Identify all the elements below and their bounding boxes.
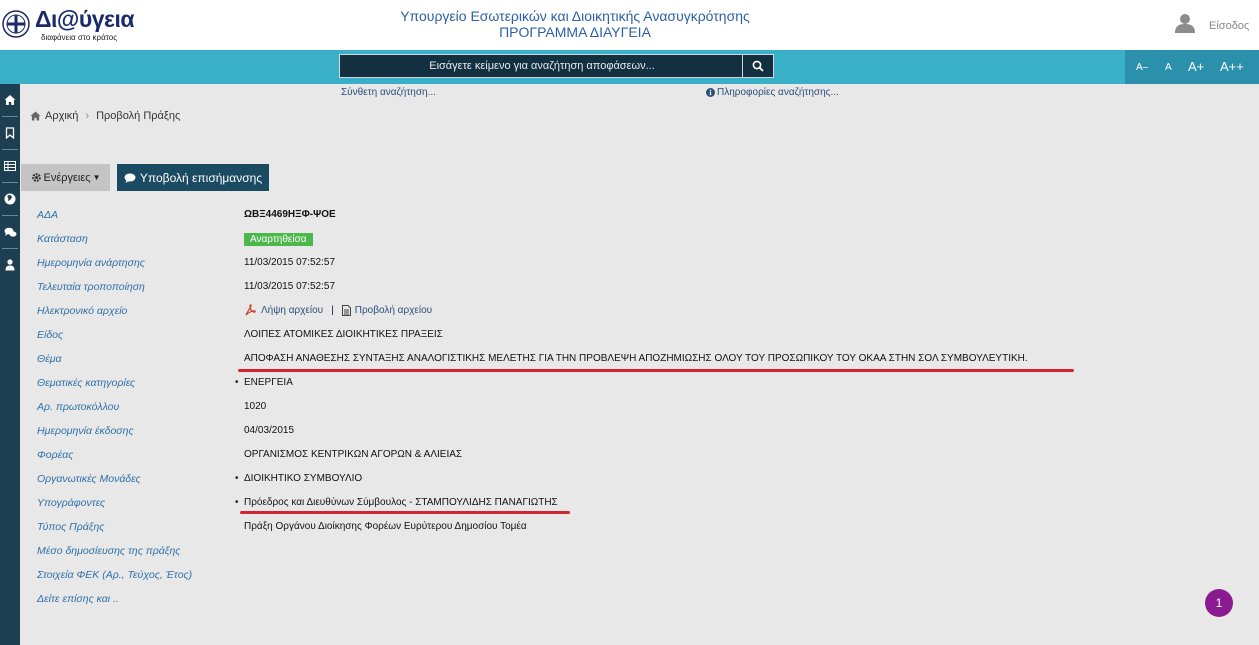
pdf-icon: [245, 304, 256, 316]
field-type: Είδος ΛΟΙΠΕΣ ΑΤΟΜΙΚΕΣ ΔΙΟΙΚΗΤΙΚΕΣ ΠΡΑΞΕΙ…: [0, 329, 1240, 349]
field-label: Φορέας: [37, 449, 74, 461]
caret-down-icon: ▼: [92, 173, 101, 182]
search-button[interactable]: [742, 55, 773, 77]
font-increase-button[interactable]: A+: [1188, 59, 1204, 74]
advanced-search-link[interactable]: Σύνθετη αναζήτηση...: [341, 87, 436, 98]
field-categories: Θεματικές κατηγορίες • ΕΝΕΡΓΕΙΑ: [0, 377, 1240, 397]
sidebar-divider: [2, 116, 18, 117]
info-icon: [706, 88, 715, 97]
field-label: Ημερομηνία έκδοσης: [37, 425, 134, 437]
bookmark-icon[interactable]: [0, 123, 20, 143]
field-see-also[interactable]: Δείτε επίσης και ..: [0, 593, 1240, 613]
red-underline-annotation: [240, 511, 570, 514]
bullet-icon: •: [235, 377, 239, 388]
logo-tagline: διαφάνεια στο κράτος: [41, 33, 118, 42]
field-file: Ηλεκτρονικό αρχείο Λήψη αρχείου | Προβολ…: [0, 304, 1240, 325]
ministry-title: Υπουργείο Εσωτερικών και Διοικητικής Ανα…: [340, 8, 810, 40]
field-modified: Τελευταία τροποποίηση 11/03/2015 07:52:5…: [0, 281, 1240, 301]
notification-badge[interactable]: 1: [1205, 589, 1233, 617]
search-box: [339, 54, 774, 78]
issue-date-value: 04/03/2015: [244, 425, 295, 436]
field-label: Αρ. πρωτοκόλλου: [37, 401, 120, 413]
ada-value: ΩΒΞ4469ΗΞΦ-ΨΟΕ: [244, 209, 336, 220]
published-value: 11/03/2015 07:52:57: [244, 257, 336, 268]
subject-value: ΑΠΟΦΑΣΗ ΑΝΑΘΕΣΗΣ ΣΥΝΤΑΞΗΣ ΑΝΑΛΟΓΙΣΤΙΚΗΣ …: [244, 353, 1028, 364]
actions-label: Ενέργειες: [43, 171, 91, 184]
field-label: Θέμα: [37, 353, 62, 365]
field-protocol: Αρ. πρωτοκόλλου 1020: [0, 401, 1240, 421]
search-input[interactable]: [340, 55, 744, 77]
font-reset-button[interactable]: A: [1165, 62, 1172, 73]
font-decrease-button[interactable]: A–: [1136, 62, 1148, 73]
site-header: Δι@ύγεια διαφάνεια στο κράτος Υπουργείο …: [0, 0, 1259, 50]
greek-emblem-icon: [2, 10, 30, 38]
red-underline-annotation: [238, 369, 1074, 372]
breadcrumb-home[interactable]: Αρχική: [45, 110, 78, 122]
home-icon[interactable]: [0, 90, 20, 110]
field-label: Κατάσταση: [37, 233, 88, 245]
act-type-value: Πράξη Οργάνου Διοίκησης Φορέων Ευρύτερου…: [244, 521, 527, 532]
organization-value: ΟΡΓΑΝΙΣΜΟΣ ΚΕΝΤΡΙΚΩΝ ΑΓΟΡΩΝ & ΑΛΙΕΙΑΣ: [244, 449, 463, 460]
program-name: ΠΡΟΓΡΑΜΜΑ ΔΙΑΥΓΕΙΑ: [499, 24, 651, 40]
modified-value: 11/03/2015 07:52:57: [244, 281, 336, 292]
type-value: ΛΟΙΠΕΣ ΑΤΟΜΙΚΕΣ ΔΙΟΙΚΗΤΙΚΕΣ ΠΡΑΞΕΙΣ: [244, 329, 443, 340]
field-organization: Φορέας ΟΡΓΑΝΙΣΜΟΣ ΚΕΝΤΡΙΚΩΝ ΑΓΟΡΩΝ & ΑΛΙ…: [0, 449, 1240, 469]
field-fek: Στοιχεία ΦΕΚ (Αρ., Τεύχος, Έτος): [0, 569, 1240, 589]
user-icon[interactable]: [1174, 12, 1196, 34]
field-issue-date: Ημερομηνία έκδοσης 04/03/2015: [0, 425, 1240, 445]
field-signers: Υπογράφοντες • Πρόεδρος και Διευθύνων Σύ…: [0, 497, 1240, 517]
protocol-value: 1020: [244, 401, 267, 412]
sidebar-divider: [2, 149, 18, 150]
field-label: Τύπος Πράξης: [37, 521, 105, 533]
field-label: Τελευταία τροποποίηση: [37, 281, 145, 293]
download-file-link[interactable]: Λήψη αρχείου: [261, 305, 323, 316]
field-ada: ΑΔΑ ΩΒΞ4469ΗΞΦ-ΨΟΕ: [0, 209, 1240, 229]
field-status: Κατάσταση Αναρτηθείσα: [0, 233, 1240, 253]
breadcrumb-separator-icon: ›: [85, 110, 90, 122]
categories-value: ΕΝΕΡΓΕΙΑ: [244, 377, 293, 388]
actions-dropdown-button[interactable]: Ενέργειες ▼: [21, 164, 110, 191]
breadcrumb: Αρχική › Προβολή Πράξης: [30, 110, 180, 122]
field-label: Υπογράφοντες: [37, 497, 106, 509]
field-publication-medium: Μέσο δημοσίευσης της πράξης: [0, 545, 1240, 565]
field-label: Θεματικές κατηγορίες: [37, 377, 136, 389]
ministry-name: Υπουργείο Εσωτερικών και Διοικητικής Ανα…: [400, 8, 750, 24]
search-info-link[interactable]: Πληροφορίες αναζήτησης...: [706, 87, 839, 98]
globe-icon[interactable]: [0, 189, 20, 209]
field-label: Στοιχεία ΦΕΚ (Αρ., Τεύχος, Έτος): [37, 569, 193, 581]
breadcrumb-current: Προβολή Πράξης: [96, 110, 181, 122]
field-label: Οργανωτικές Μονάδες: [37, 473, 141, 485]
home-icon: [30, 111, 41, 121]
gear-icon: [31, 173, 41, 182]
comment-icon: [124, 173, 136, 183]
field-label: Είδος: [37, 329, 64, 341]
field-label: Ημερομηνία ανάρτησης: [37, 257, 145, 269]
view-file-link[interactable]: Προβολή αρχείου: [355, 305, 432, 316]
status-badge: Αναρτηθείσα: [244, 233, 313, 246]
field-label: Ηλεκτρονικό αρχείο: [37, 305, 128, 317]
search-icon: [752, 60, 764, 72]
bullet-icon: •: [235, 473, 239, 484]
file-text-icon: [341, 304, 351, 316]
signers-value: Πρόεδρος και Διευθύνων Σύμβουλος - ΣΤΑΜΠ…: [244, 497, 558, 508]
see-also-link[interactable]: Δείτε επίσης και ..: [37, 593, 119, 605]
sidebar-divider: [2, 182, 18, 183]
field-label: ΑΔΑ: [37, 209, 59, 221]
field-published: Ημερομηνία ανάρτησης 11/03/2015 07:52:57: [0, 257, 1240, 277]
site-logo[interactable]: Δι@ύγεια: [35, 6, 134, 33]
bullet-icon: •: [235, 497, 239, 508]
field-act-type: Τύπος Πράξης Πράξη Οργάνου Διοίκησης Φορ…: [0, 521, 1240, 541]
login-link[interactable]: Είσοδος: [1209, 20, 1249, 32]
field-units: Οργανωτικές Μονάδες • ΔΙΟΙΚΗΤΙΚΟ ΣΥΜΒΟΥΛ…: [0, 473, 1240, 493]
font-max-button[interactable]: A++: [1220, 59, 1244, 74]
table-icon[interactable]: [0, 156, 20, 176]
submit-report-label: Υποβολή επισήμανσης: [139, 170, 263, 185]
submit-report-button[interactable]: Υποβολή επισήμανσης: [117, 164, 269, 191]
units-value: ΔΙΟΙΚΗΤΙΚΟ ΣΥΜΒΟΥΛΙΟ: [244, 473, 363, 484]
search-info-label: Πληροφορίες αναζήτησης...: [717, 87, 839, 98]
field-label: Μέσο δημοσίευσης της πράξης: [37, 545, 181, 557]
link-separator: |: [331, 304, 334, 316]
